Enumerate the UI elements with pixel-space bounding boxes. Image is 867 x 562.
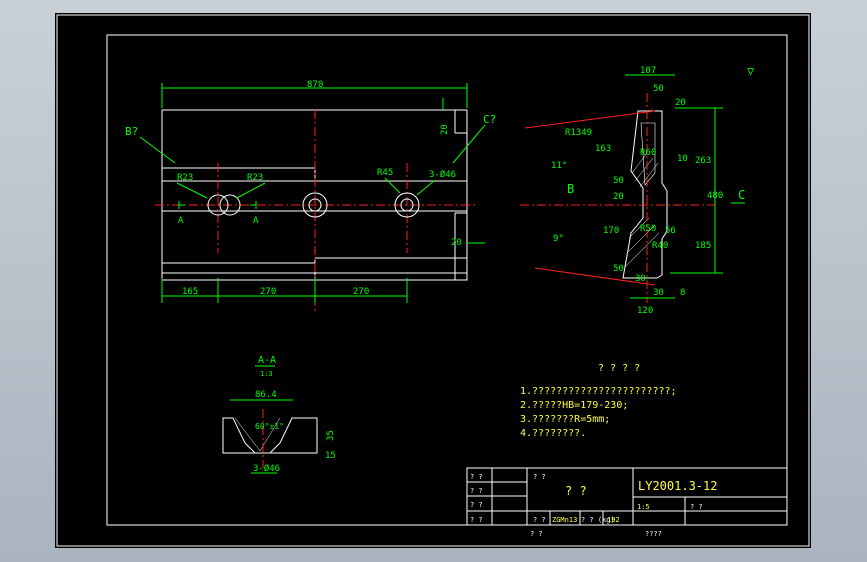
view-b: B (567, 182, 574, 196)
dim-30b: 30 (635, 274, 646, 284)
section-depth: 35 (326, 430, 336, 441)
section-mark-right: A (253, 216, 259, 226)
side-view: 107 50 20 R1349 163 263 480 185 170 10 5… (520, 64, 755, 316)
note-4: 4.????????. (520, 428, 586, 439)
footer-right: ???? (645, 530, 662, 538)
section-hole: 3-Ø46 (253, 463, 280, 474)
dim-top-right: 20 (440, 124, 450, 135)
callout-c: C? (483, 113, 496, 126)
section-width: 86.4 (255, 390, 277, 400)
note-2: 2.?????HB=179-230; (520, 400, 628, 411)
section-mark-left: A (178, 216, 184, 226)
dim-10: 10 (677, 154, 688, 164)
drawing-sheet: 870 A A R23 R23 R45 3-Ø46 B? C? 20 20 16… (55, 13, 811, 548)
drawing-number: LY2001.3-12 (638, 479, 717, 493)
cad-drawing: 870 A A R23 R23 R45 3-Ø46 B? C? 20 20 16… (56, 14, 810, 547)
section-scale: 1:3 (260, 370, 273, 378)
dim-bottom-right: 20 (451, 238, 462, 248)
dim-r60: R60 (640, 148, 656, 158)
dim-263: 263 (695, 156, 711, 166)
title-block: ? ? ? ? ? ? ? ? ? ? ? ? LY2001.3-12 ? ? … (466, 467, 788, 538)
note-3: 3.???????R=5mm; (520, 414, 610, 425)
scale: 1:5 (637, 503, 650, 511)
dim-r50: R50 (640, 224, 656, 234)
tb-mark-5: ? ? (533, 473, 546, 481)
dim-overall-length: 870 (307, 80, 323, 90)
dim-107: 107 (640, 66, 656, 76)
radius-label-2: R23 (247, 173, 263, 183)
dim-50-b: 50 (613, 264, 624, 274)
dim-270-b: 270 (353, 287, 369, 297)
note-1: 1.???????????????????????; (520, 386, 677, 397)
dim-20: 20 (613, 192, 624, 202)
dim-170: 170 (603, 226, 619, 236)
dim-165: 165 (182, 287, 198, 297)
dim-30: 30 (653, 288, 664, 298)
dim-r40: R40 (652, 241, 668, 251)
dim-8: 8 (680, 288, 685, 298)
front-view: 870 A A R23 R23 R45 3-Ø46 B? C? 20 20 16… (125, 80, 496, 313)
section-aa: A-A 1:3 86.4 60°±1° 35 15 3-Ø46 (222, 355, 336, 474)
section-angle: 60°±1° (255, 422, 284, 431)
dim-50-top: 50 (653, 84, 664, 94)
tb-mark-4: ? ? (470, 516, 483, 524)
dim-120: 120 (637, 306, 653, 316)
tb-label-1: ? ? (533, 516, 546, 524)
angle-9: 9° (553, 234, 564, 244)
tb-mark-1: ? ? (470, 473, 483, 481)
tb-mark-3: ? ? (470, 501, 483, 509)
section-depth2: 15 (325, 451, 336, 461)
dim-56: 56 (665, 226, 676, 236)
dim-r1349: R1349 (565, 128, 592, 138)
notes-heading: ? ? ? ? (598, 363, 640, 374)
dim-185: 185 (695, 241, 711, 251)
section-title: A-A (258, 355, 276, 366)
surface-symbol: ▽ (747, 64, 755, 78)
part-name: ? ? (565, 484, 587, 498)
radius-label-3: R45 (377, 168, 393, 178)
material: ZGMn13 (552, 516, 577, 524)
angle-11: 11° (551, 161, 567, 171)
tb-sheet: ? ? (690, 503, 703, 511)
weight: 192 (607, 516, 620, 524)
dim-163: 163 (595, 144, 611, 154)
footer-left: ? ? (530, 530, 543, 538)
dim-20-top: 20 (675, 98, 686, 108)
tb-mark-2: ? ? (470, 487, 483, 495)
dim-270-a: 270 (260, 287, 276, 297)
technical-notes: ? ? ? ? 1.???????????????????????; 2.???… (520, 363, 677, 439)
view-c: C (738, 188, 745, 202)
dim-50-a: 50 (613, 176, 624, 186)
hole-label: 3-Ø46 (429, 169, 456, 180)
radius-label-1: R23 (177, 173, 193, 183)
callout-b: B? (125, 125, 138, 138)
